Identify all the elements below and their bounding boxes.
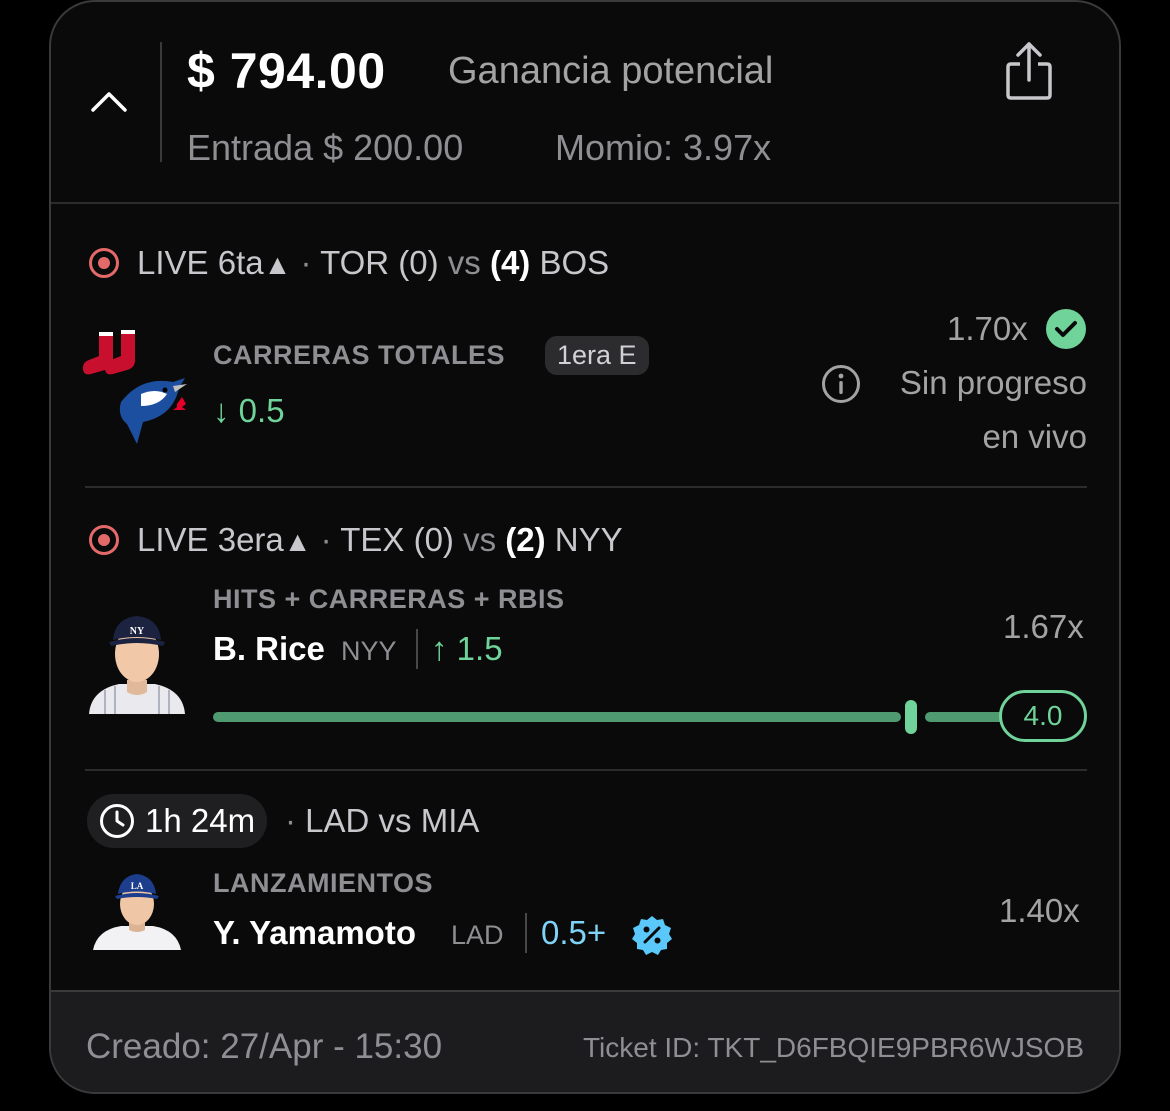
leg-separator bbox=[85, 486, 1087, 488]
start-timer: 1h 24m bbox=[87, 794, 268, 848]
game-line-2: LIVE 3era▲ · TEX (0) vs (2) NYY bbox=[137, 521, 623, 558]
leg-odds-2: 1.67x bbox=[1003, 608, 1084, 645]
team-logos-icon bbox=[83, 330, 187, 444]
market-name-2: HITS + CARRERAS + RBIS bbox=[213, 584, 565, 614]
line-value-1: ↓ 0.5 bbox=[213, 392, 285, 429]
svg-text:NY: NY bbox=[130, 626, 145, 637]
divider bbox=[416, 629, 418, 669]
progress-bar-filled bbox=[213, 712, 901, 722]
ticket-id[interactable]: Ticket ID: TKT_D6FBQIE9PBR6WJSOB bbox=[583, 1032, 1084, 1064]
leg-separator bbox=[85, 769, 1087, 771]
line-value-3: 0.5+ bbox=[541, 914, 607, 951]
potential-win-label: Ganancia potencial bbox=[448, 50, 774, 92]
player-name-2: B. Rice bbox=[213, 630, 325, 667]
entry-amount: Entrada $ 200.00 bbox=[187, 127, 464, 168]
svg-text:LA: LA bbox=[131, 881, 144, 891]
market-name-1: CARRERAS TOTALES bbox=[213, 340, 506, 370]
footer-separator bbox=[51, 990, 1119, 992]
live-indicator-icon bbox=[89, 248, 119, 278]
market-name-3: LANZAMIENTOS bbox=[213, 868, 433, 898]
potential-win-amount: $ 794.00 bbox=[187, 43, 386, 99]
player-photo-rice: NY bbox=[85, 610, 189, 714]
divider bbox=[525, 913, 527, 953]
bet-ticket-card: $ 794.00 Ganancia potencial Entrada $ 20… bbox=[49, 0, 1121, 1094]
player-name-3: Y. Yamamoto bbox=[213, 914, 416, 951]
info-icon[interactable] bbox=[821, 364, 861, 404]
check-circle-icon bbox=[1046, 309, 1086, 349]
timer-text: 1h 24m bbox=[145, 802, 256, 839]
header-separator bbox=[51, 202, 1119, 204]
line-value-2: ↑ 1.5 bbox=[431, 630, 503, 667]
game-line-1: LIVE 6ta▲ · TOR (0) vs (4) BOS bbox=[137, 244, 610, 281]
progress-bar-remaining bbox=[925, 712, 1006, 722]
period-pill: 1era E bbox=[545, 336, 649, 375]
game-line-3: · LAD vs MIA bbox=[285, 802, 480, 839]
boost-badge-icon bbox=[632, 916, 672, 955]
progress-note: Sin progreso en vivo bbox=[899, 364, 1087, 455]
clock-icon bbox=[100, 804, 134, 838]
team-abbrev-3: LAD bbox=[451, 920, 504, 950]
live-indicator-icon bbox=[89, 525, 119, 555]
chevron-up-icon[interactable] bbox=[89, 82, 129, 122]
team-abbrev-2: NYY bbox=[341, 636, 397, 666]
progress-current-marker bbox=[905, 700, 917, 734]
leg-odds-3: 1.40x bbox=[999, 892, 1080, 929]
player-photo-yamamoto: LA bbox=[89, 872, 185, 950]
total-odds: Momio: 3.97x bbox=[555, 127, 772, 168]
share-icon[interactable] bbox=[1004, 40, 1054, 102]
progress-target: 4.0 bbox=[999, 690, 1087, 742]
created-date: Creado: 27/Apr - 15:30 bbox=[86, 1027, 443, 1066]
header-divider bbox=[160, 42, 162, 162]
leg-odds-1: 1.70x bbox=[947, 310, 1028, 347]
